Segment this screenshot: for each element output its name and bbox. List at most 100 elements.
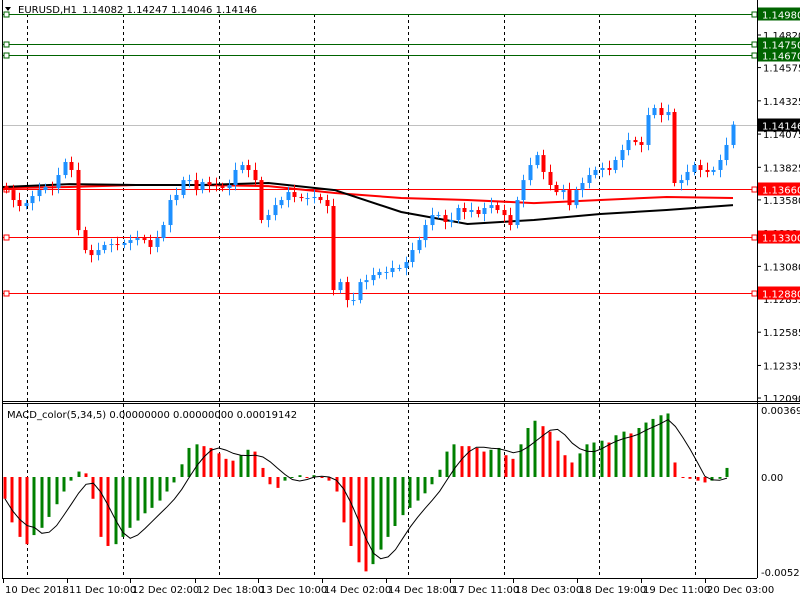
macd-bar <box>563 455 567 477</box>
candle-body <box>679 180 684 184</box>
macd-bar <box>541 426 545 477</box>
macd-bar <box>106 477 110 546</box>
candle-body <box>521 180 526 201</box>
candle-body <box>214 185 219 187</box>
candle-body <box>626 140 631 151</box>
candle-body <box>161 225 166 239</box>
candle-body <box>50 186 55 189</box>
candle-body <box>345 282 350 301</box>
macd-bar <box>548 431 552 477</box>
level-anchor-handle <box>3 234 10 241</box>
candle-body <box>187 180 192 182</box>
macd-bar <box>143 477 147 514</box>
candle-body <box>718 160 723 170</box>
price-tick-label: 1.13080 <box>763 262 800 273</box>
macd-bar <box>475 447 479 477</box>
candle-body <box>410 250 415 262</box>
price-tick-label: 1.12090 <box>763 394 800 405</box>
candle-body <box>76 169 81 231</box>
price-tick-label: 1.13825 <box>763 163 800 174</box>
candle-body <box>325 200 330 207</box>
macd-bar <box>342 477 346 523</box>
candle-body <box>541 155 546 172</box>
time-tick-label: 13 Dec 10:00 <box>260 585 327 596</box>
candle-body <box>515 200 520 226</box>
price-tick-label: 1.12585 <box>763 328 800 339</box>
candle <box>358 278 363 304</box>
macd-bar <box>32 477 36 536</box>
macd-bar <box>416 477 420 501</box>
macd-bar <box>401 477 405 516</box>
candle-body <box>220 186 225 189</box>
macd-bar <box>91 477 95 499</box>
candle-body <box>246 165 251 170</box>
candle-body <box>200 182 205 191</box>
time-tick-label: 12 Dec 18:00 <box>197 585 264 596</box>
time-tick-label: 14 Dec 02:00 <box>324 585 391 596</box>
level-price-label: 1.13660 <box>762 186 800 197</box>
macd-bottom-label: -0.005227 <box>761 568 800 579</box>
macd-bar <box>217 453 221 477</box>
time-tick-label: 18 Dec 19:00 <box>579 585 646 596</box>
candle-body <box>561 190 566 193</box>
price-tick-label: 1.12335 <box>763 361 800 372</box>
candle-body <box>469 210 474 212</box>
macd-bar <box>268 477 272 485</box>
macd-bar <box>298 475 302 477</box>
level-anchor-handle <box>3 290 10 297</box>
candle-body <box>574 190 579 206</box>
macd-top-label: 0.003694 <box>761 406 800 417</box>
macd-bar <box>497 447 501 477</box>
macd-bar <box>718 477 722 479</box>
time-tick-label: 10 Dec 2018 <box>5 585 69 596</box>
candle-body <box>331 206 336 291</box>
candle-body <box>63 161 68 176</box>
candle-body <box>646 115 651 145</box>
candle-body <box>535 155 540 166</box>
macd-bar <box>445 451 449 477</box>
candle-body <box>672 111 677 184</box>
macd-bar <box>482 451 486 477</box>
macd-bar <box>187 447 191 477</box>
candle-body <box>122 242 127 245</box>
macd-bar <box>511 458 515 477</box>
macd-bar <box>231 460 235 477</box>
candle-body <box>240 165 245 170</box>
candle-body <box>692 165 697 172</box>
macd-bar <box>276 477 280 488</box>
candle-body <box>528 165 533 181</box>
candle-body <box>69 161 74 170</box>
candle-body <box>30 196 35 204</box>
candle <box>731 121 736 149</box>
macd-bar <box>570 462 574 477</box>
macd-bar <box>150 477 154 508</box>
level-price-label: 1.12880 <box>762 290 800 301</box>
candle-body <box>96 250 101 256</box>
macd-bar <box>592 442 596 477</box>
macd-bar <box>55 477 59 505</box>
candle-body <box>358 282 363 301</box>
macd-bar <box>136 477 140 521</box>
candle-body <box>639 142 644 145</box>
price-tick-label: 1.14575 <box>763 64 800 75</box>
macd-zero-label: 0.00 <box>761 473 783 484</box>
candle-body <box>633 140 638 143</box>
macd-bar <box>607 442 611 477</box>
candle-body <box>449 219 454 222</box>
price-tick-label: 1.14325 <box>763 97 800 108</box>
candle <box>331 198 336 296</box>
candle-body <box>371 275 376 281</box>
candle-body <box>155 238 160 247</box>
macd-bar <box>526 427 530 477</box>
macd-bar <box>556 440 560 477</box>
candle-body <box>318 196 323 201</box>
macd-bar <box>121 477 125 537</box>
trading-chart[interactable]: 1.148201.145751.143251.140751.138251.135… <box>0 0 800 600</box>
level-price-label: 1.14980 <box>762 11 800 22</box>
candle-body <box>351 300 356 302</box>
candle-body <box>502 210 507 216</box>
macd-bar <box>393 477 397 527</box>
macd-bar <box>452 444 456 477</box>
candle-body <box>253 169 258 181</box>
candle-body <box>593 169 598 176</box>
